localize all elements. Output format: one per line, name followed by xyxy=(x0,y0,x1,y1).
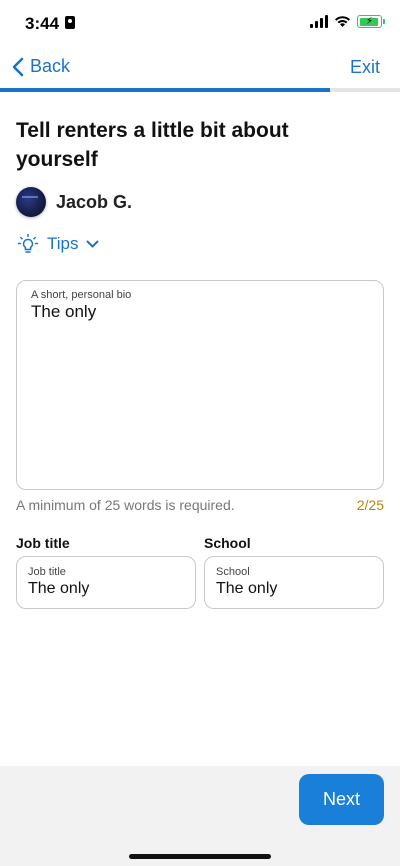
top-nav: Back Exit xyxy=(0,48,400,88)
bio-label: A short, personal bio xyxy=(31,289,132,301)
job-title-value: The only xyxy=(28,580,90,597)
exit-button[interactable]: Exit xyxy=(350,57,380,78)
footer-bar: Next xyxy=(0,766,400,866)
back-button[interactable]: Back xyxy=(12,56,70,77)
bio-textarea[interactable]: A short, personal bio The only xyxy=(16,280,384,490)
battery-charging-icon: ⚡ xyxy=(357,15,385,28)
wifi-icon xyxy=(335,16,350,27)
job-title-input[interactable]: Job title The only xyxy=(16,556,196,609)
avatar xyxy=(16,187,46,217)
word-counter: 2/25 xyxy=(356,497,384,513)
progress-bar xyxy=(0,88,400,92)
tips-label: Tips xyxy=(47,234,79,253)
back-label: Back xyxy=(30,56,71,76)
profile-row: Jacob G. xyxy=(16,187,132,217)
job-title-heading: Job title xyxy=(16,535,70,551)
status-icons: ⚡ xyxy=(310,15,385,28)
status-bar: 3:44 ⚡ xyxy=(0,0,400,48)
school-label: School xyxy=(216,566,250,578)
bio-value: The only xyxy=(31,302,97,321)
job-title-label: Job title xyxy=(28,566,66,578)
tips-toggle[interactable]: Tips xyxy=(16,232,99,256)
status-time: 3:44 xyxy=(25,14,60,33)
bio-helper-text: A minimum of 25 words is required. xyxy=(16,497,235,513)
next-button[interactable]: Next xyxy=(299,774,384,825)
chevron-down-icon xyxy=(86,240,98,247)
profile-name: Jacob G. xyxy=(56,191,133,212)
school-value: The only xyxy=(216,580,278,597)
lightbulb-icon xyxy=(17,233,39,253)
person-card-icon xyxy=(65,16,75,29)
signal-icon xyxy=(310,15,328,28)
chevron-left-icon xyxy=(12,57,24,76)
school-input[interactable]: School The only xyxy=(204,556,384,609)
page-title: Tell renters a little bit about yourself xyxy=(16,119,289,171)
school-heading: School xyxy=(204,535,251,551)
home-indicator xyxy=(129,854,271,859)
progress-bar-fill xyxy=(0,88,330,92)
